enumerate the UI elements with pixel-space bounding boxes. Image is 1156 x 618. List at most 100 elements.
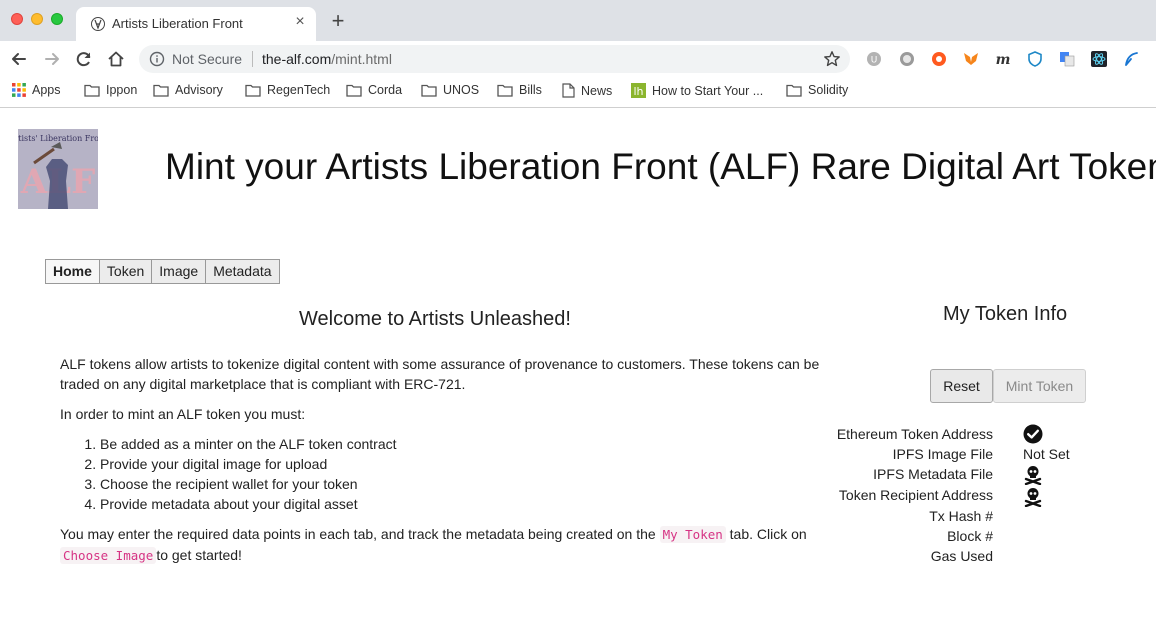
check-icon [1023,424,1043,444]
bookmark-label: Ippon [106,83,138,97]
ublock-extension-icon[interactable]: U [866,51,882,67]
bookmark-apps[interactable]: Apps [12,83,61,97]
address-bar[interactable]: Not Secure the-alf.com/mint.html [139,45,850,73]
minimize-window-button[interactable] [31,13,43,25]
tab-close-icon[interactable]: × [292,13,308,31]
feather-extension-icon[interactable] [1123,51,1139,67]
browser-titlebar: Artists Liberation Front × + [0,0,1156,41]
skull-crossbones-icon [1024,466,1042,485]
bookmark-bills[interactable]: Bills [497,83,542,97]
bookmark-label: Apps [32,83,61,97]
folder-icon [421,84,437,97]
bookmark-label: UNOS [443,83,480,97]
intro-paragraph: ALF tokens allow artists to tokenize dig… [60,356,820,392]
tx-hash-label: Tx Hash # [929,508,993,524]
steps-intro: In order to mint an ALF token you must: [60,406,306,422]
tab-metadata[interactable]: Metadata [205,259,280,284]
bookmark-advisory[interactable]: Advisory [153,83,223,97]
info-icon[interactable] [149,51,165,67]
choose-image-code: Choose Image [60,547,157,564]
list-item: Provide your digital image for upload [100,454,820,474]
skull-crossbones-icon [1024,488,1042,507]
alf-logo: Artists' Liberation Front ALF [18,129,98,209]
new-tab-button[interactable]: + [328,8,348,34]
apps-grid-icon [12,83,26,97]
shield-extension-icon[interactable] [1027,51,1043,67]
outro-text: tab. Click on [729,526,807,542]
reload-icon[interactable] [74,49,94,69]
m-extension-icon[interactable]: m [995,51,1011,67]
folder-icon [497,84,513,97]
list-item: Choose the recipient wallet for your tok… [100,474,820,494]
page-tabs: Home Token Image Metadata [45,259,280,284]
folder-icon [346,84,362,97]
tab-title: Artists Liberation Front [112,16,243,31]
bookmarks-bar: Apps Ippon Advisory RegenTech Corda UNOS… [0,77,1156,108]
back-arrow-icon[interactable] [9,49,29,69]
bookmark-regentech[interactable]: RegenTech [245,83,330,97]
reset-button[interactable]: Reset [930,369,993,403]
page-icon [562,83,575,98]
react-extension-icon[interactable] [1091,51,1107,67]
circle-extension-icon[interactable] [899,51,915,67]
folder-icon [84,84,100,97]
forward-arrow-icon[interactable] [42,49,62,69]
address-separator [252,51,253,67]
home-icon[interactable] [106,49,126,69]
ipfs-metadata-label: IPFS Metadata File [873,466,993,482]
bookmark-label: RegenTech [267,83,331,97]
my-token-info-heading: My Token Info [943,303,1068,325]
bookmark-label: Bills [519,83,542,97]
url-host: the-alf.com [262,51,332,67]
bookmark-label: Corda [368,83,403,97]
svg-text:m: m [996,52,1011,67]
bookmark-label: Solidity [808,83,849,97]
bookmark-solidity[interactable]: Solidity [786,83,848,97]
browser-tab[interactable]: Artists Liberation Front × [76,7,316,41]
maximize-window-button[interactable] [51,13,63,25]
outro-text: to get started! [156,547,242,563]
mint-token-button[interactable]: Mint Token [993,369,1086,403]
alf-favicon-icon [91,17,105,31]
ipfs-image-label: IPFS Image File [892,446,993,462]
bookmark-star-icon[interactable] [823,50,841,68]
security-status[interactable]: Not Secure [172,51,242,67]
svg-text:U: U [871,56,878,66]
token-info-labels: Ethereum Token Address IPFS Image File I… [837,424,993,566]
svg-text:lh: lh [633,85,643,98]
bookmark-ippon[interactable]: Ippon [84,83,137,97]
browser-toolbar: Not Secure the-alf.com/mint.html U m [0,41,1156,77]
eth-address-label: Ethereum Token Address [836,426,993,442]
outro-text: You may enter the required data points i… [60,526,656,542]
recipient-address-label: Token Recipient Address [838,487,993,503]
gas-used-label: Gas Used [930,548,993,564]
lifebuoy-extension-icon[interactable] [931,51,947,67]
folder-icon [245,84,261,97]
tab-image[interactable]: Image [151,259,207,284]
bookmark-news[interactable]: News [562,83,612,98]
url-text[interactable]: the-alf.com/mint.html [262,51,392,67]
steps-list: Be added as a minter on the ALF token co… [60,434,820,514]
translate-extension-icon[interactable] [1059,51,1075,67]
list-item: Be added as a minter on the ALF token co… [100,434,820,454]
bookmark-how-to-start[interactable]: lh How to Start Your ... [631,83,763,98]
bookmark-unos[interactable]: UNOS [421,83,479,97]
metamask-fox-icon[interactable] [963,51,979,67]
home-content: ALF tokens allow artists to tokenize dig… [60,354,820,576]
logo-caption: Artists' Liberation Front [18,134,98,143]
bookmark-corda[interactable]: Corda [346,83,402,97]
folder-icon [786,84,802,97]
tab-token[interactable]: Token [98,259,153,284]
my-token-code: My Token [659,526,726,543]
page-title: Mint your Artists Liberation Front (ALF)… [165,146,1156,187]
list-item: Provide metadata about your digital asse… [100,494,820,514]
close-window-button[interactable] [11,13,23,25]
bookmark-label: Advisory [175,83,223,97]
bookmark-label: How to Start Your ... [652,83,764,98]
ipfs-image-status: Not Set [1023,446,1070,462]
bookmark-label: News [581,83,613,98]
url-path: /mint.html [331,51,392,67]
block-label: Block # [947,528,993,544]
tab-home[interactable]: Home [45,259,100,284]
folder-icon [153,84,169,97]
